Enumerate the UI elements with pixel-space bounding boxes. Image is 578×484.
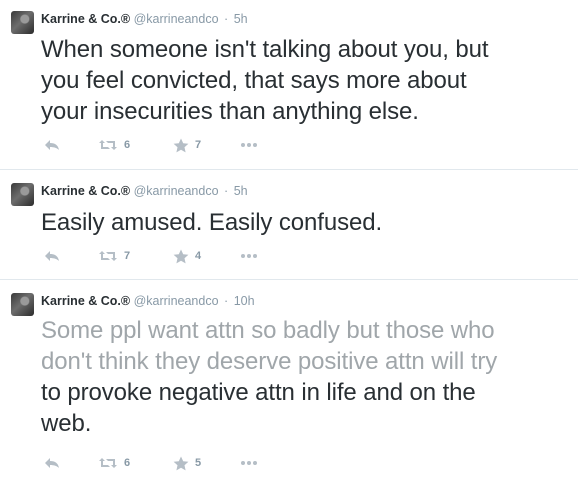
more-icon	[241, 143, 257, 147]
tweet-text-line: When someone isn't talking about you, bu…	[41, 36, 489, 63]
retweet-icon	[99, 458, 117, 468]
tweet-header: Karrine & Co.® @karrineandco · 5h	[41, 12, 248, 27]
retweet-count: 7	[124, 250, 131, 262]
retweet-button[interactable]: 6	[98, 137, 130, 153]
author-name[interactable]: Karrine & Co.®	[41, 294, 130, 308]
retweet-count: 6	[124, 139, 131, 151]
timestamp[interactable]: 10h	[234, 294, 255, 308]
tweet[interactable]: Karrine & Co.® @karrineandco · 5h When s…	[0, 0, 578, 170]
more-button[interactable]	[240, 248, 258, 264]
more-button[interactable]	[240, 137, 258, 153]
favorite-count: 4	[195, 250, 202, 262]
retweet-icon	[99, 140, 117, 150]
more-icon	[241, 254, 257, 258]
tweet-feed: Karrine & Co.® @karrineandco · 5h When s…	[0, 0, 578, 484]
tweet-text-line: you feel convicted, that says more about	[41, 67, 467, 94]
more-icon	[241, 461, 257, 465]
star-icon	[173, 249, 189, 263]
favorite-button[interactable]: 7	[173, 137, 201, 153]
reply-icon	[45, 251, 59, 261]
tweet-text-line: your insecurities than anything else.	[41, 98, 419, 125]
avatar[interactable]	[11, 183, 34, 206]
favorite-button[interactable]: 4	[173, 248, 201, 264]
tweet-text: Some ppl want attn so badly but those wh…	[41, 315, 571, 439]
star-icon	[173, 138, 189, 152]
reply-button[interactable]	[44, 248, 60, 264]
author-handle[interactable]: @karrineandco	[134, 294, 219, 308]
timestamp[interactable]: 5h	[234, 184, 248, 198]
separator: ·	[224, 12, 229, 26]
retweet-count: 6	[124, 457, 131, 469]
timestamp[interactable]: 5h	[234, 12, 248, 26]
author-handle[interactable]: @karrineandco	[134, 12, 219, 26]
more-button[interactable]	[240, 455, 258, 471]
author-name[interactable]: Karrine & Co.®	[41, 12, 130, 26]
reply-button[interactable]	[44, 137, 60, 153]
reply-icon	[45, 140, 59, 150]
reply-icon	[45, 458, 59, 468]
favorite-button[interactable]: 5	[173, 455, 201, 471]
tweet-header: Karrine & Co.® @karrineandco · 10h	[41, 294, 255, 309]
favorite-count: 5	[195, 457, 202, 469]
tweet-text-line: web.	[41, 410, 92, 437]
author-handle[interactable]: @karrineandco	[134, 184, 219, 198]
tweet-text-line: don't think they deserve positive attn w…	[41, 348, 498, 375]
tweet-text-line: to provoke negative attn in life and on …	[41, 379, 476, 406]
tweet-text: When someone isn't talking about you, bu…	[41, 34, 571, 127]
separator: ·	[224, 294, 229, 308]
star-icon	[173, 456, 189, 470]
retweet-button[interactable]: 6	[98, 455, 130, 471]
avatar[interactable]	[11, 293, 34, 316]
separator: ·	[224, 184, 229, 198]
retweet-button[interactable]: 7	[98, 248, 130, 264]
tweet-text-line: Easily amused. Easily confused.	[41, 209, 383, 236]
tweet[interactable]: Karrine & Co.® @karrineandco · 10h Some …	[0, 282, 578, 484]
avatar[interactable]	[11, 11, 34, 34]
reply-button[interactable]	[44, 455, 60, 471]
favorite-count: 7	[195, 139, 202, 151]
author-name[interactable]: Karrine & Co.®	[41, 184, 130, 198]
tweet[interactable]: Karrine & Co.® @karrineandco · 5h Easily…	[0, 172, 578, 280]
tweet-text-line: Some ppl want attn so badly but those wh…	[41, 317, 495, 344]
tweet-header: Karrine & Co.® @karrineandco · 5h	[41, 184, 248, 199]
tweet-text: Easily amused. Easily confused.	[41, 207, 571, 238]
retweet-icon	[99, 251, 117, 261]
